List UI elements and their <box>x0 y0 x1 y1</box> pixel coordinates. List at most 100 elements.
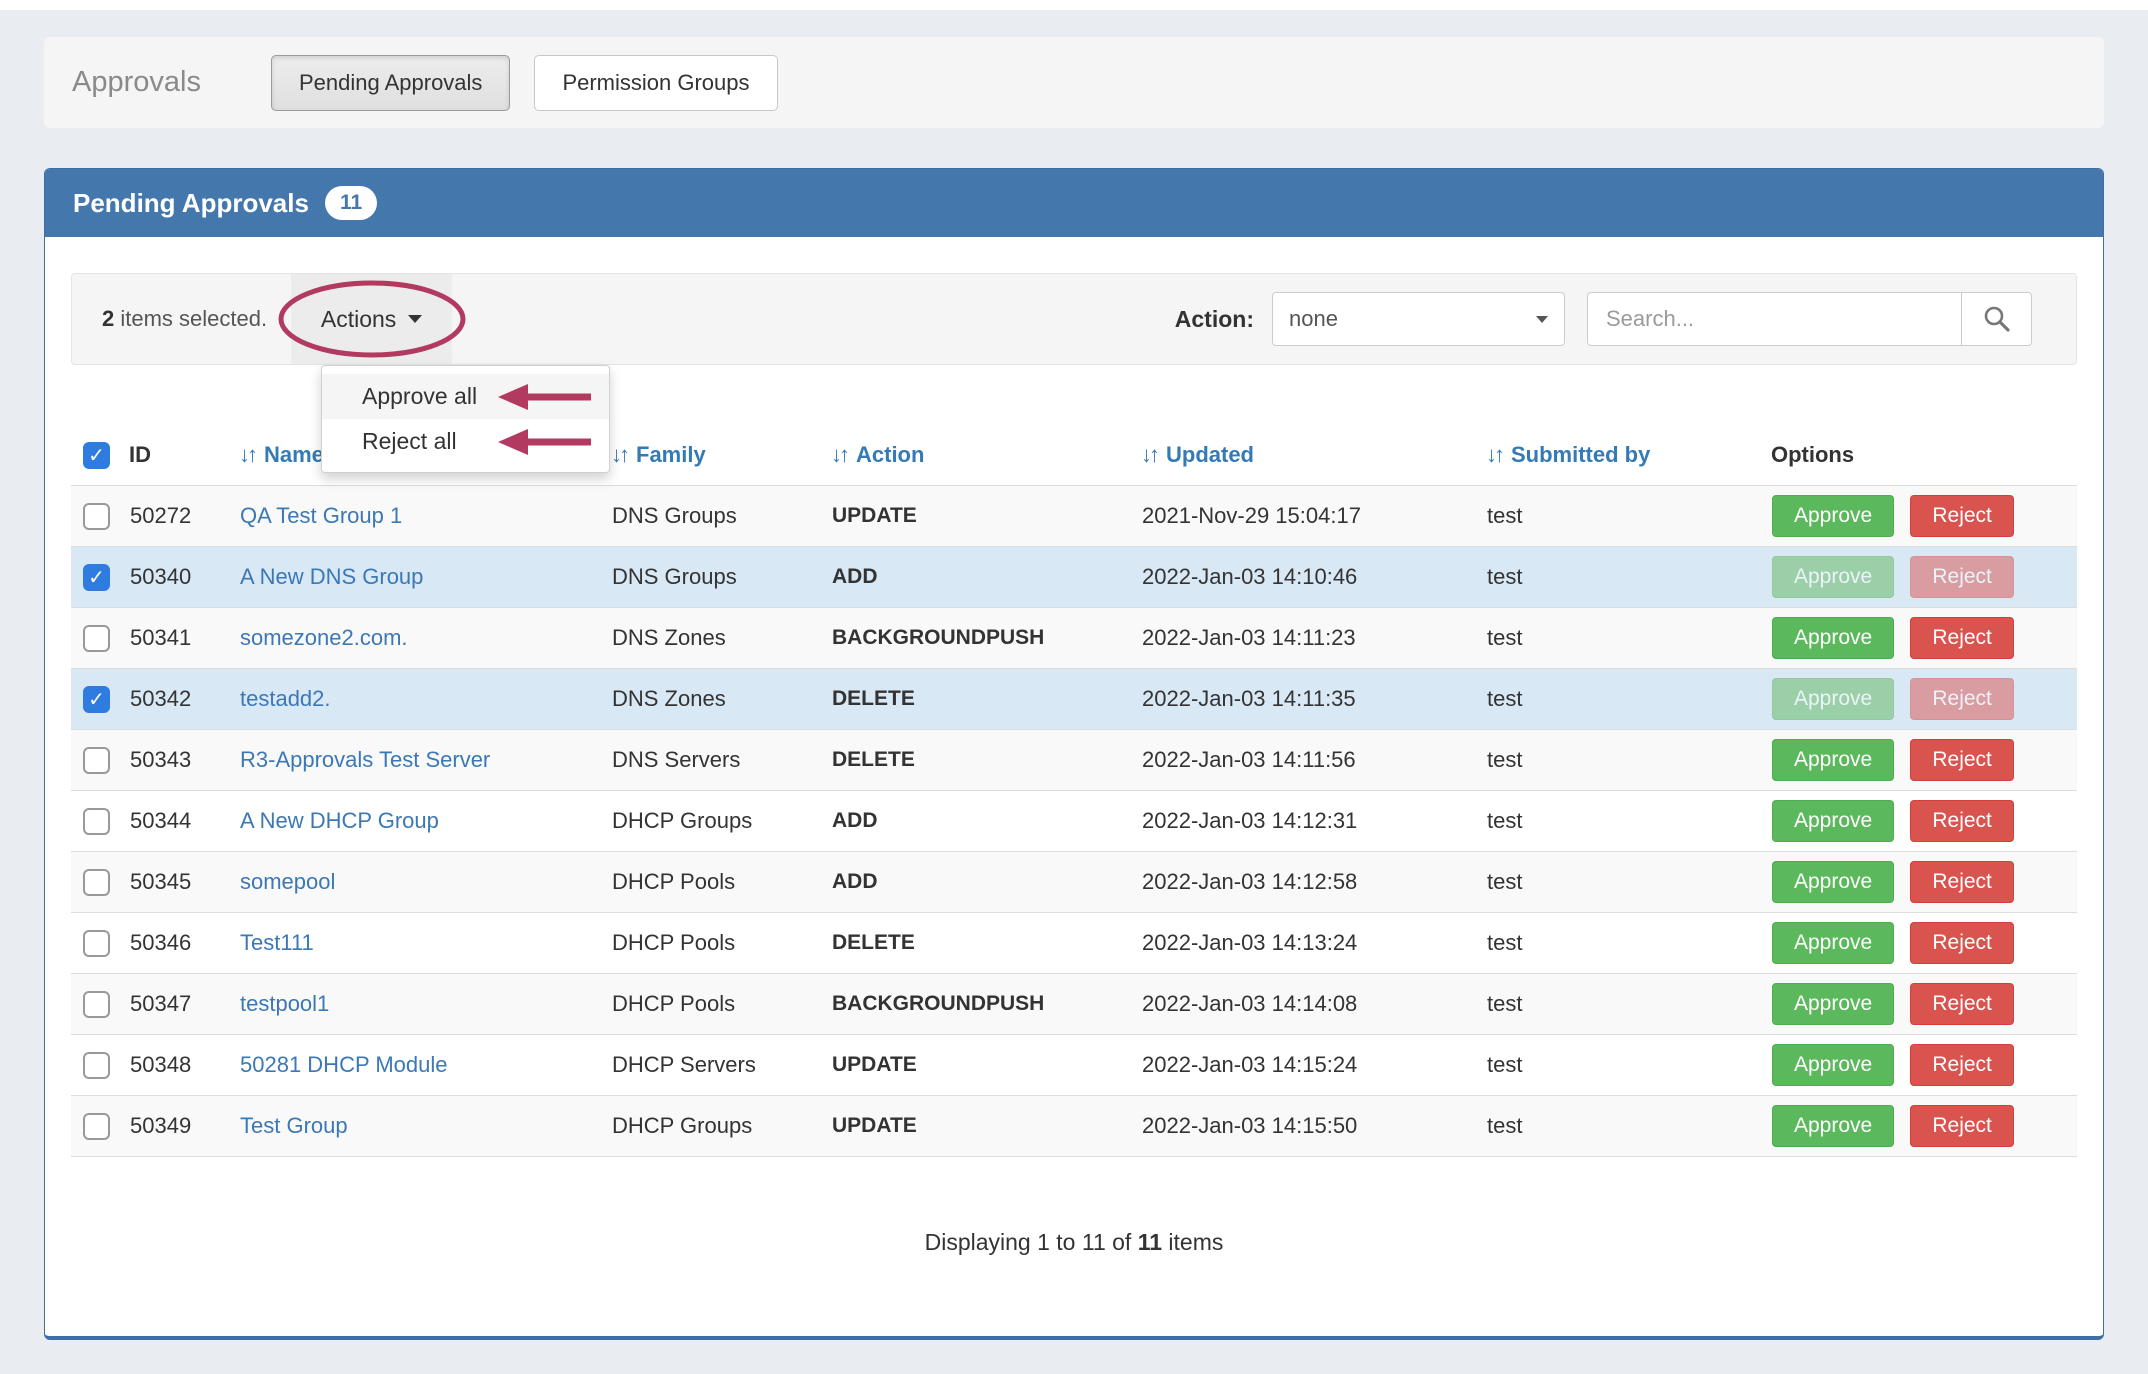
row-action: UPDATE <box>831 1034 1141 1095</box>
row-updated: 2022-Jan-03 14:12:31 <box>1141 790 1486 851</box>
panel-title: Pending Approvals <box>73 188 309 219</box>
actions-button-label: Actions <box>321 306 396 333</box>
menu-item-label: Reject all <box>362 428 457 454</box>
row-checkbox[interactable] <box>83 564 110 591</box>
reject-button[interactable]: Reject <box>1910 739 2014 781</box>
column-header-submitted-by[interactable]: ↓↑Submitted by <box>1486 427 1771 485</box>
row-checkbox[interactable] <box>83 686 110 713</box>
row-name-link[interactable]: QA Test Group 1 <box>240 503 402 528</box>
approve-button[interactable]: Approve <box>1772 739 1894 781</box>
menu-item-approve-all[interactable]: Approve all <box>322 374 609 419</box>
row-name-link[interactable]: Test Group <box>240 1113 348 1138</box>
reject-button[interactable]: Reject <box>1910 983 2014 1025</box>
row-name-link[interactable]: testadd2. <box>240 686 331 711</box>
row-name-link[interactable]: R3-Approvals Test Server <box>240 747 490 772</box>
row-updated: 2022-Jan-03 14:13:24 <box>1141 912 1486 973</box>
reject-button[interactable]: Reject <box>1910 678 2014 720</box>
reject-button[interactable]: Reject <box>1910 1105 2014 1147</box>
search-button[interactable] <box>1961 293 2031 345</box>
row-id: 50345 <box>129 851 239 912</box>
annotation-arrow-icon <box>498 426 593 458</box>
approve-button[interactable]: Approve <box>1772 922 1894 964</box>
select-all-checkbox[interactable] <box>83 442 110 469</box>
reject-button[interactable]: Reject <box>1910 556 2014 598</box>
approve-button[interactable]: Approve <box>1772 495 1894 537</box>
tab-pending-approvals[interactable]: Pending Approvals <box>271 55 510 111</box>
sort-icon: ↓↑ <box>1141 442 1157 467</box>
sort-icon: ↓↑ <box>1486 442 1502 467</box>
menu-item-reject-all[interactable]: Reject all <box>322 419 609 464</box>
reject-button[interactable]: Reject <box>1910 1044 2014 1086</box>
actions-dropdown-button[interactable]: Actions <box>315 305 428 334</box>
row-checkbox[interactable] <box>83 625 110 652</box>
row-name-link[interactable]: testpool1 <box>240 991 329 1016</box>
table-row: 50342 testadd2. DNS Zones DELETE 2022-Ja… <box>71 668 2077 729</box>
row-name-link[interactable]: A New DNS Group <box>240 564 423 589</box>
row-checkbox[interactable] <box>83 1052 110 1079</box>
reject-button[interactable]: Reject <box>1910 800 2014 842</box>
row-checkbox[interactable] <box>83 930 110 957</box>
sort-icon: ↓↑ <box>239 442 255 467</box>
approve-button[interactable]: Approve <box>1772 1105 1894 1147</box>
row-name-link[interactable]: A New DHCP Group <box>240 808 439 833</box>
row-family: DHCP Pools <box>611 851 831 912</box>
column-header-updated[interactable]: ↓↑Updated <box>1141 427 1486 485</box>
approve-button[interactable]: Approve <box>1772 556 1894 598</box>
annotation-arrow-icon <box>498 381 593 413</box>
approve-button[interactable]: Approve <box>1772 983 1894 1025</box>
row-id: 50348 <box>129 1034 239 1095</box>
row-action: DELETE <box>831 668 1141 729</box>
top-strip <box>0 0 2148 10</box>
panel-heading: Pending Approvals 11 <box>45 169 2103 237</box>
row-checkbox[interactable] <box>83 808 110 835</box>
row-checkbox[interactable] <box>83 1113 110 1140</box>
row-id: 50349 <box>129 1095 239 1156</box>
row-updated: 2022-Jan-03 14:15:24 <box>1141 1034 1486 1095</box>
selected-count: 2 <box>102 306 114 331</box>
action-select-value: none <box>1289 306 1338 332</box>
row-checkbox[interactable] <box>83 503 110 530</box>
row-action: BACKGROUNDPUSH <box>831 607 1141 668</box>
reject-button[interactable]: Reject <box>1910 861 2014 903</box>
tab-permission-groups[interactable]: Permission Groups <box>534 55 777 111</box>
approve-button[interactable]: Approve <box>1772 1044 1894 1086</box>
reject-button[interactable]: Reject <box>1910 922 2014 964</box>
row-name-link[interactable]: Test111 <box>240 930 314 955</box>
action-select[interactable]: none <box>1272 292 1565 346</box>
table-row: 50349 Test Group DHCP Groups UPDATE 2022… <box>71 1095 2077 1156</box>
column-header-family[interactable]: ↓↑Family <box>611 427 831 485</box>
page: Approvals Pending Approvals Permission G… <box>0 0 2148 1374</box>
pending-approvals-table: ID ↓↑Name ↓↑Family ↓↑Action ↓↑Updated ↓↑… <box>71 427 2077 1157</box>
row-id: 50347 <box>129 973 239 1034</box>
row-family: DHCP Groups <box>611 790 831 851</box>
page-title: Approvals <box>72 66 201 99</box>
row-updated: 2022-Jan-03 14:11:56 <box>1141 729 1486 790</box>
search-input[interactable] <box>1588 293 1961 345</box>
row-name-link[interactable]: somezone2.com. <box>240 625 408 650</box>
approve-button[interactable]: Approve <box>1772 678 1894 720</box>
row-name-link[interactable]: 50281 DHCP Module <box>240 1052 448 1077</box>
approve-button[interactable]: Approve <box>1772 861 1894 903</box>
row-family: DHCP Servers <box>611 1034 831 1095</box>
row-checkbox[interactable] <box>83 869 110 896</box>
row-updated: 2022-Jan-03 14:15:50 <box>1141 1095 1486 1156</box>
row-action: UPDATE <box>831 485 1141 546</box>
actions-dropdown-menu: Approve all Reject all <box>321 365 610 473</box>
row-action: BACKGROUNDPUSH <box>831 973 1141 1034</box>
actions-button-group: Actions <box>291 274 452 364</box>
column-header-action[interactable]: ↓↑Action <box>831 427 1141 485</box>
approve-button[interactable]: Approve <box>1772 800 1894 842</box>
row-submitted-by: test <box>1486 729 1771 790</box>
row-submitted-by: test <box>1486 607 1771 668</box>
approve-button[interactable]: Approve <box>1772 617 1894 659</box>
row-checkbox[interactable] <box>83 747 110 774</box>
row-id: 50344 <box>129 790 239 851</box>
row-family: DNS Groups <box>611 485 831 546</box>
reject-button[interactable]: Reject <box>1910 617 2014 659</box>
row-name-link[interactable]: somepool <box>240 869 335 894</box>
caret-down-icon <box>408 315 422 323</box>
row-checkbox[interactable] <box>83 991 110 1018</box>
reject-button[interactable]: Reject <box>1910 495 2014 537</box>
pending-approvals-panel: Pending Approvals 11 2 items selected. A… <box>44 168 2104 1340</box>
row-updated: 2021-Nov-29 15:04:17 <box>1141 485 1486 546</box>
